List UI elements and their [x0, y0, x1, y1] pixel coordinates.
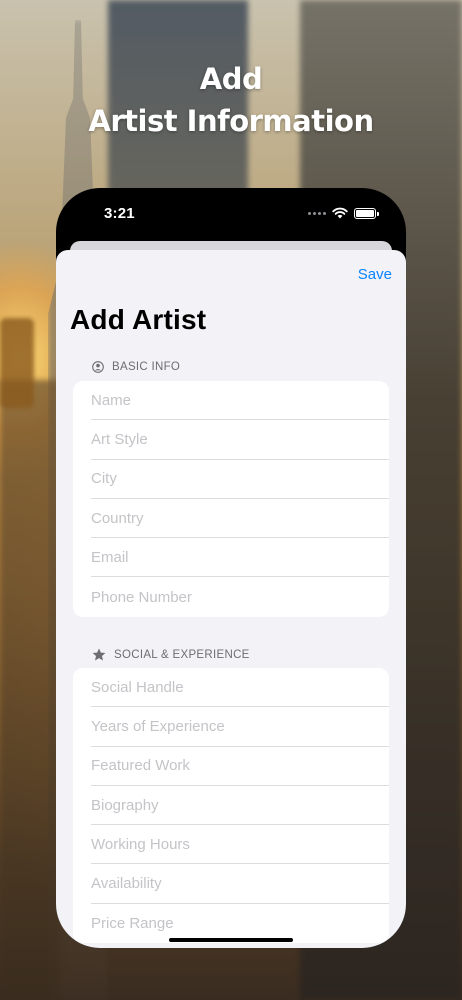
phone-number-field[interactable]: [91, 588, 389, 606]
wifi-icon: [332, 207, 348, 219]
section-header-basic-info: BASIC INFO: [92, 361, 180, 373]
form-row: [91, 460, 389, 499]
add-artist-sheet: Save Add Artist BASIC INFO SOCIAL & EXPE…: [56, 250, 406, 948]
form-row: [91, 577, 389, 616]
person-circle-icon: [92, 361, 104, 373]
social-experience-group: [73, 668, 389, 944]
background-traffic-light: [0, 318, 34, 408]
social-handle-field[interactable]: [91, 678, 389, 696]
form-row: [91, 381, 389, 421]
country-field[interactable]: [91, 509, 389, 527]
form-row: [91, 538, 389, 578]
featured-work-field[interactable]: [91, 757, 389, 775]
status-bar: 3:21: [56, 188, 406, 238]
form-row: [91, 825, 389, 865]
battery-icon: [354, 207, 379, 219]
form-row: [91, 864, 389, 904]
form-row: [91, 707, 389, 747]
city-field[interactable]: [91, 470, 389, 488]
background-building-left: [0, 380, 60, 1000]
basic-info-group: [73, 381, 389, 617]
section-title: BASIC INFO: [112, 361, 181, 373]
section-header-social-experience: SOCIAL & EXPERIENCE: [92, 648, 250, 661]
form-row: [91, 499, 389, 539]
availability-field[interactable]: [91, 875, 389, 893]
form-row: [91, 786, 389, 826]
phone-frame: 3:21 Save Add Artist BASIC INFO Name Art…: [56, 188, 406, 948]
years-of-experience-field[interactable]: [91, 717, 389, 735]
working-hours-field[interactable]: [91, 835, 389, 853]
form-row: [91, 747, 389, 786]
email-field[interactable]: [91, 548, 389, 566]
biography-field[interactable]: [91, 796, 389, 814]
headline-line-2: Artist Information: [88, 104, 374, 138]
home-indicator[interactable]: [169, 938, 293, 942]
form-row: [91, 668, 389, 708]
form-row: [91, 420, 389, 460]
cellular-signal-icon: [308, 211, 326, 215]
status-time: 3:21: [104, 205, 135, 222]
save-button[interactable]: Save: [358, 266, 392, 283]
status-icons: [308, 207, 379, 219]
page-title: Add Artist: [70, 304, 207, 335]
headline-line-1: Add: [199, 62, 263, 96]
promo-headline: Add Artist Information: [0, 58, 462, 142]
price-range-field[interactable]: [91, 914, 389, 932]
name-field[interactable]: [91, 391, 389, 409]
star-icon: [92, 648, 106, 661]
section-title: SOCIAL & EXPERIENCE: [114, 648, 250, 661]
art-style-field[interactable]: [91, 430, 389, 448]
